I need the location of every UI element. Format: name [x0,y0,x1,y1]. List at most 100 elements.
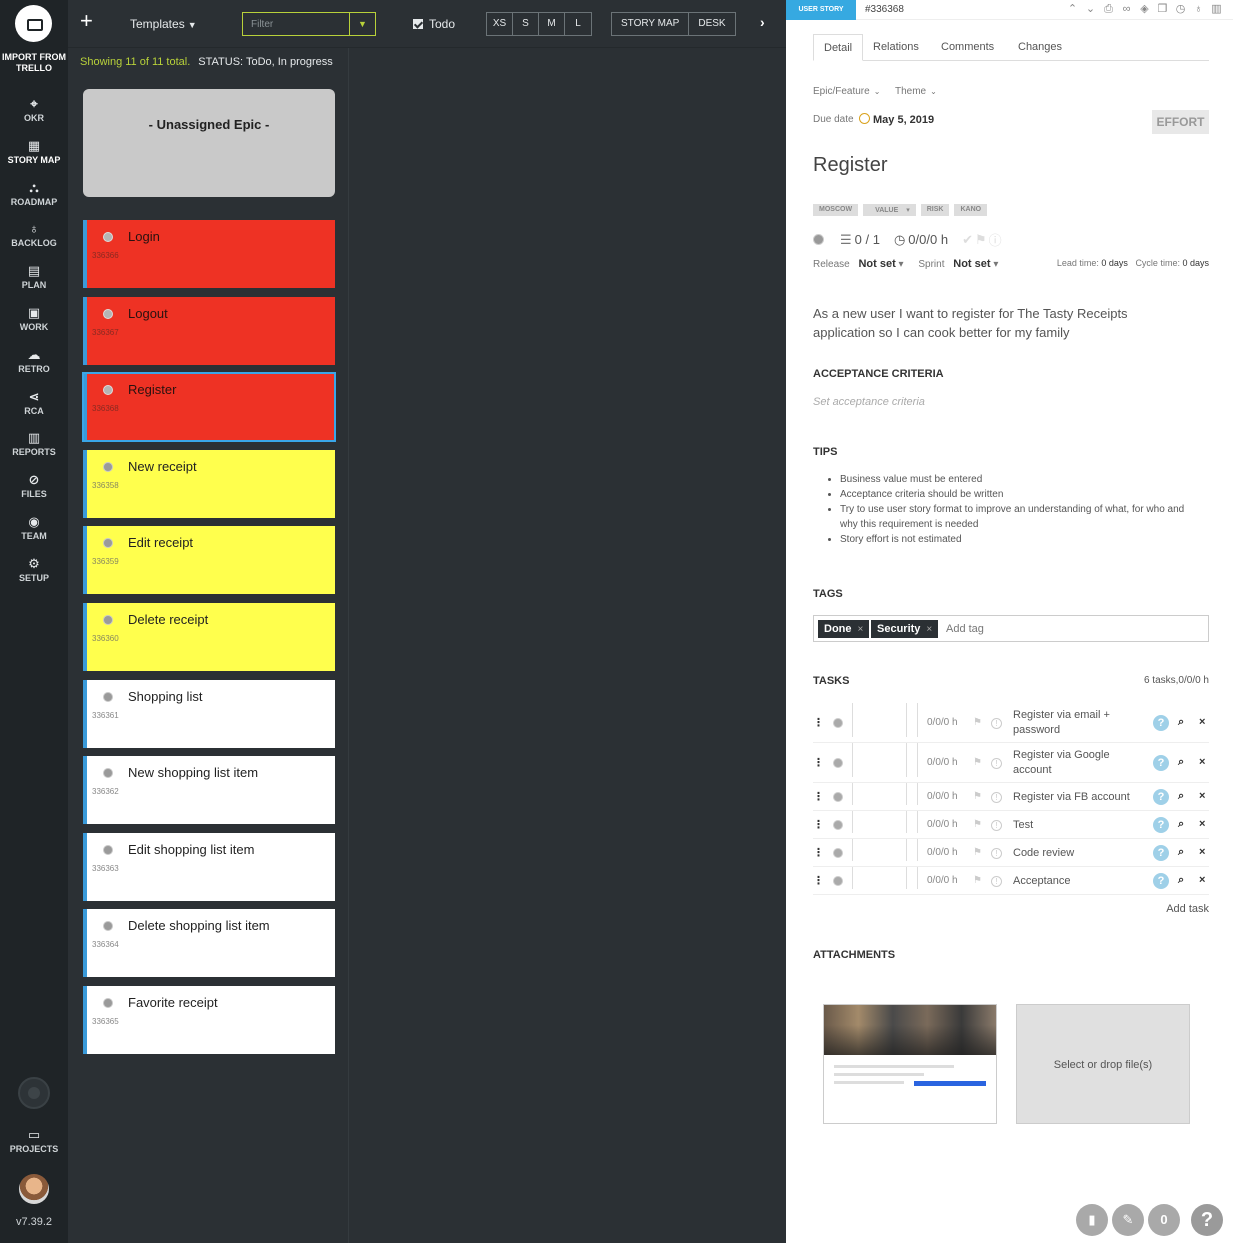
drag-handle-icon[interactable]: ⋮ [813,790,824,803]
print-icon[interactable]: ⎙ [1102,2,1115,16]
story-card[interactable]: Login 336366 [83,220,335,288]
size-xs-button[interactable]: XS [487,13,513,35]
task-hours[interactable]: 0/0/0 h [927,791,958,802]
search-icon[interactable]: ⌕ [1178,846,1184,859]
tag-security[interactable]: Security × [871,620,939,638]
check-icon[interactable]: ✔ [962,232,973,248]
status-dot[interactable] [103,462,113,472]
epic-feature-dropdown[interactable]: Epic/Feature ⌄ [813,86,880,97]
clock-icon[interactable]: ◷ [1174,2,1187,16]
sidebar-item-backlog[interactable]: ♁ BACKLOG [0,221,68,248]
link-icon[interactable]: ∞ [1120,2,1133,16]
question-icon[interactable]: ? [1153,873,1169,889]
search-icon[interactable]: ⌕ [1178,818,1184,831]
status-dot[interactable] [103,768,113,778]
item-description[interactable]: As a new user I want to register for The… [813,304,1193,342]
close-icon[interactable]: × [1199,818,1205,830]
task-name[interactable]: Register via email + password [1013,708,1143,738]
sidebar-item-plan[interactable]: ▤ PLAN [0,263,68,290]
task-status-dot[interactable] [833,848,843,858]
add-tag-input[interactable] [946,620,1146,638]
kano-tag[interactable]: KANO [954,204,988,216]
drag-handle-icon[interactable]: ⋮ [813,716,824,729]
task-row[interactable]: ⋮ 0/0/0 h ⚑! Register via FB account? ⌕ × [813,783,1209,811]
status-dot[interactable] [103,692,113,702]
drag-handle-icon[interactable]: ⋮ [813,818,824,831]
sidebar-item-setup[interactable]: ⚙ SETUP [0,556,68,583]
sidebar-item-projects[interactable]: ▭ PROJECTS [0,1127,68,1154]
task-row[interactable]: ⋮ 0/0/0 h ⚑! Register via Google account? ⌕ × [813,743,1209,783]
info-icon[interactable]: ! [991,792,1002,803]
status-dot[interactable] [813,234,824,245]
lightbulb-icon[interactable]: ♁ [1192,2,1205,16]
add-button[interactable]: + [80,10,93,32]
status-dot[interactable] [103,615,113,625]
status-dot[interactable] [103,998,113,1008]
task-name[interactable]: Register via FB account [1013,790,1143,805]
release-dropdown[interactable]: Not set ▾ [858,258,903,270]
task-hours[interactable]: 0/0/0 h [927,757,958,768]
effort-button[interactable]: EFFORT [1152,110,1209,134]
close-icon[interactable]: × [1199,716,1205,728]
info-icon[interactable]: ! [991,848,1002,859]
task-row[interactable]: ⋮ 0/0/0 h ⚑! Test? ⌕ × [813,811,1209,839]
drag-handle-icon[interactable]: ⋮ [813,874,824,887]
story-card[interactable]: Edit shopping list item 336363 [83,833,335,901]
info-icon[interactable]: ! [991,820,1002,831]
story-card[interactable]: Edit receipt 336359 [83,526,335,594]
story-card[interactable]: Shopping list 336361 [83,680,335,748]
close-icon[interactable]: × [926,624,932,635]
chevron-up-icon[interactable]: ⌃ [1066,2,1079,16]
theme-dropdown[interactable]: Theme ⌄ [895,86,937,97]
copy-icon[interactable]: ❐ [1156,2,1169,16]
paint-icon[interactable]: ◈ [1138,2,1151,16]
story-card[interactable]: Logout 336367 [83,297,335,365]
templates-dropdown[interactable]: Templates ▼ [130,17,197,31]
close-icon[interactable]: × [1199,846,1205,858]
status-dot[interactable] [103,385,113,395]
question-icon[interactable]: ? [1153,755,1169,771]
file-drop-zone[interactable]: Select or drop file(s) [1016,1004,1190,1124]
task-hours[interactable]: 0/0/0 h [927,875,958,886]
info-icon[interactable]: ! [991,876,1002,887]
import-from-trello-button[interactable]: IMPORT FROM TRELLO [0,52,68,74]
sidebar-item-team[interactable]: ◉ TEAM [0,514,68,541]
status-dot[interactable] [103,845,113,855]
task-row[interactable]: ⋮ 0/0/0 h ⚑! Acceptance? ⌕ × [813,867,1209,895]
search-icon[interactable]: ⌕ [1178,716,1184,729]
question-icon[interactable]: ? [1153,845,1169,861]
task-hours[interactable]: 0/0/0 h [927,717,958,728]
toggle-icon[interactable] [18,1077,50,1109]
app-logo[interactable] [15,5,52,42]
item-title[interactable]: Register [813,154,887,177]
epic-card[interactable]: - Unassigned Epic - [83,89,335,197]
trash-icon[interactable]: ▥ [1210,2,1223,16]
add-task-link[interactable]: Add task [1166,903,1209,915]
story-card[interactable]: New shopping list item 336362 [83,756,335,824]
info-icon[interactable]: ! [991,758,1002,769]
task-hours[interactable]: 0/0/0 h [927,847,958,858]
sidebar-item-story-map[interactable]: ▦ STORY MAP [0,138,68,165]
size-l-button[interactable]: L [565,13,591,35]
book-icon[interactable]: ▮ [1076,1204,1108,1236]
task-hours[interactable]: 0/0/0 h [927,819,958,830]
flag-icon[interactable]: ⚑ [973,875,982,886]
notifications-count[interactable]: 0 [1148,1204,1180,1236]
task-name[interactable]: Test [1013,818,1143,833]
sidebar-item-okr[interactable]: ⌖ OKR [0,96,68,123]
info-icon[interactable]: ⓘ [989,230,1002,249]
question-icon[interactable]: ? [1153,817,1169,833]
tab-comments[interactable]: Comments [941,34,994,61]
close-icon[interactable]: × [858,624,864,635]
task-name[interactable]: Acceptance [1013,874,1143,889]
flag-icon[interactable]: ⚑ [973,847,982,858]
risk-tag[interactable]: RISK [920,204,950,216]
size-m-button[interactable]: M [539,13,565,35]
story-card[interactable]: Favorite receipt 336365 [83,986,335,1054]
drag-handle-icon[interactable]: ⋮ [813,756,824,769]
task-name[interactable]: Register via Google account [1013,748,1143,778]
close-icon[interactable]: × [1199,874,1205,886]
story-card[interactable]: Delete shopping list item 336364 [83,909,335,977]
desk-view-button[interactable]: DESK [689,13,734,35]
search-icon[interactable]: ⌕ [1178,874,1184,887]
